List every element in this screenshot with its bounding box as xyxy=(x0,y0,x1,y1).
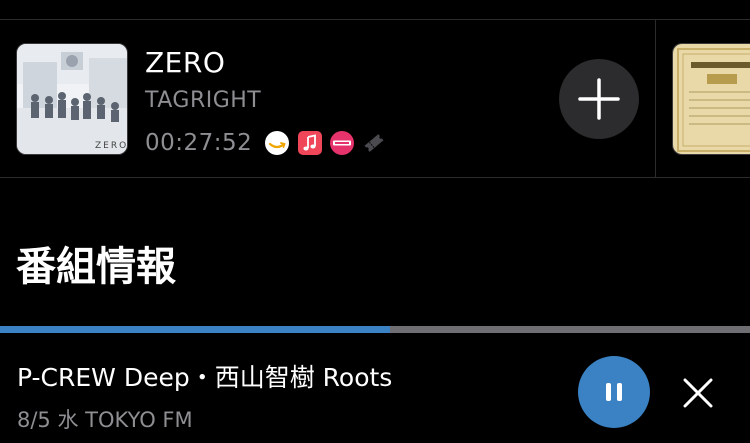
add-button[interactable] xyxy=(559,59,639,139)
song-time: 00:27:52 xyxy=(145,130,253,156)
close-button[interactable] xyxy=(678,373,718,413)
song-row-divider xyxy=(0,177,750,178)
next-item-artwork[interactable] xyxy=(672,43,750,155)
mini-player[interactable]: P-CREW Deep・西山智樹 Roots 8/5 水 TOKYO FM xyxy=(0,333,750,443)
apple-music-icon[interactable] xyxy=(298,131,322,155)
playback-progress-fill xyxy=(0,326,390,333)
album-artwork-text: ZERO xyxy=(95,141,128,151)
pause-icon xyxy=(606,383,622,401)
program-subtitle: 8/5 水 TOKYO FM xyxy=(17,404,193,434)
program-title: P-CREW Deep・西山智樹 Roots xyxy=(17,363,393,392)
pause-button[interactable] xyxy=(578,356,650,428)
album-artwork[interactable]: ZERO xyxy=(16,43,128,155)
playback-progress-bar[interactable] xyxy=(0,326,750,333)
album-artwork-image: ZERO xyxy=(17,44,128,154)
song-title: ZERO xyxy=(145,46,226,79)
program-station: TOKYO FM xyxy=(85,408,193,432)
song-artist: TAGRIGHT xyxy=(145,88,262,113)
close-icon xyxy=(683,378,713,408)
program-date: 8/5 水 xyxy=(17,408,79,432)
plus-icon xyxy=(578,78,620,120)
item-divider xyxy=(655,20,656,177)
next-item-artwork-image xyxy=(673,44,750,154)
recochoku-icon[interactable] xyxy=(330,131,354,155)
section-heading: 番組情報 xyxy=(16,244,176,290)
app-screen: ZERO ZERO TAGRIGHT 00:27:52 番組情報 P-CREW … xyxy=(0,0,750,443)
amazon-music-icon[interactable] xyxy=(265,131,289,155)
ticket-icon[interactable] xyxy=(362,131,386,155)
